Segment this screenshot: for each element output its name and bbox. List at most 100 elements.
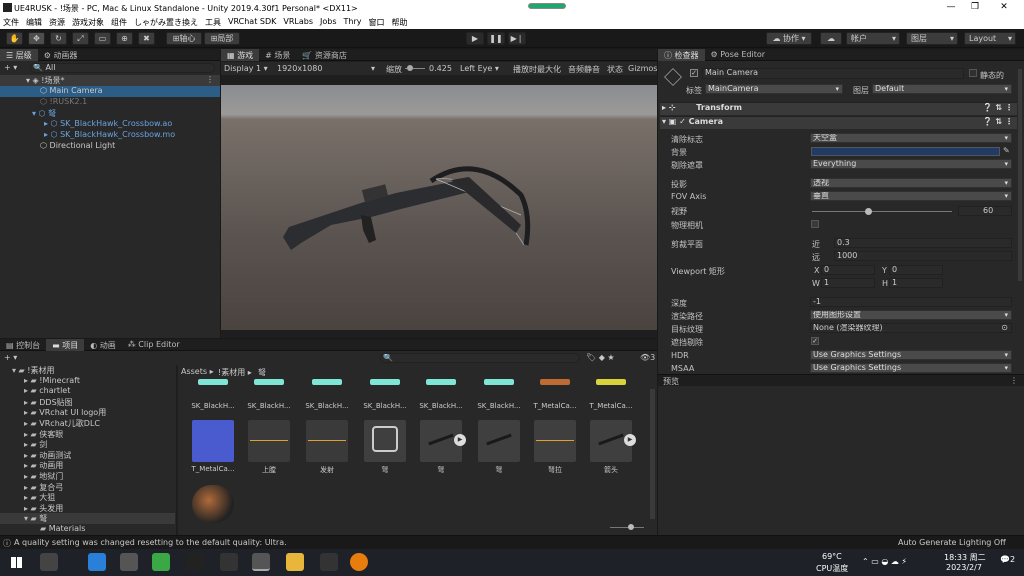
folder-item[interactable]: ▸ ▰ DDS贴图 [24,397,73,408]
hierarchy-item-crossbow[interactable]: ▾ ⬡ 弩 [0,108,56,119]
scene-row[interactable]: ▾ ◈ !场景* ⋮ [0,75,220,86]
tag-dropdown[interactable]: MainCamera [705,84,843,94]
file-explorer-icon[interactable] [286,553,304,571]
fov-axis-dropdown[interactable]: 垂直 [810,191,1012,201]
asset-thumbnail[interactable] [478,420,520,462]
viewport-y-field[interactable]: 0 [889,265,943,275]
projection-dropdown[interactable]: 透视 [810,178,1012,188]
asset-thumbnail[interactable] [248,379,290,387]
asset-thumbnail[interactable] [192,379,234,387]
hierarchy-item-rusk[interactable]: ⬡ !RUSK2.1 [0,97,87,108]
folder-item[interactable]: ▸ ▰ 剑 [24,439,47,450]
scale-slider-handle[interactable] [407,65,413,71]
asset-thumbnail[interactable] [192,420,234,462]
app-icon-3[interactable] [120,553,138,571]
transform-header[interactable]: ▸ ⊹ Transform ❔ ⇅ ⋮ [660,102,1017,115]
menu-item-11[interactable]: 窗口 [365,16,388,29]
resolution-arrow-icon[interactable]: ▾ [371,64,375,73]
tab-animator[interactable]: ⚙ 动画器 [38,49,84,61]
tab-clip-editor[interactable]: ⁂ Clip Editor [122,339,186,351]
folder-item[interactable]: ▰ Materials [40,524,85,533]
asset-thumbnail[interactable]: ▶ [590,420,636,462]
menu-item-3[interactable]: 游戏对象 [69,16,108,29]
app-icon-1[interactable] [40,553,58,571]
unreal-icon[interactable] [320,553,338,571]
play-icon[interactable]: ▶ [454,434,466,446]
object-name-field[interactable]: Main Camera [702,68,964,79]
stats-toggle[interactable]: 状态 [607,64,623,75]
layers-dropdown[interactable]: 图层 ▾ [906,32,958,45]
folder-item[interactable]: ▸ ▰ 动画测试 [24,450,71,461]
maximize-icon[interactable]: ❐ [968,2,982,14]
folder-item[interactable]: ▾ ▰ 弩 [0,513,175,525]
layer-dropdown[interactable]: Default [872,84,1012,94]
asset-thumbnail[interactable] [306,379,348,387]
menu-item-8[interactable]: VRLabs [280,16,317,29]
preview-bar[interactable]: 预览 ⋮ [658,374,1024,386]
menu-item-1[interactable]: 编辑 [23,16,46,29]
physical-camera-checkbox[interactable] [811,220,819,228]
menu-item-12[interactable]: 帮助 [388,16,411,29]
play-icon[interactable]: ▶ [466,32,484,45]
menu-item-10[interactable]: Thry [341,16,366,29]
project-scrollbar[interactable] [650,389,655,519]
windows-start-icon[interactable] [11,557,22,568]
folder-item[interactable]: ▸ ▰ VRchat儿歌DLC [24,418,100,429]
menu-item-0[interactable]: 文件 [0,16,23,29]
folder-item[interactable]: ▸ ▰ 复合弓 [24,482,63,493]
breadcrumb-material[interactable]: !素材用 ▸ [218,367,252,378]
asset-thumbnail[interactable] [590,379,632,387]
tab-pose-editor[interactable]: ⚙ Pose Editor [705,49,771,61]
folder-item[interactable]: ▸ ▰ 大狙 [24,492,55,503]
hierarchy-item-crossbow-ao[interactable]: ▸ ⬡ SK_BlackHawk_Crossbow.ao [0,119,172,130]
icon-size-handle[interactable] [628,524,634,530]
menu-item-4[interactable]: 组件 [108,16,131,29]
menu-item-7[interactable]: VRChat SDK [225,16,280,29]
app-icon-4[interactable] [152,553,170,571]
maximize-on-play-toggle[interactable]: 播放时最大化 [513,64,561,75]
resolution-dropdown[interactable]: 1920x1080 [277,64,322,73]
layout-dropdown[interactable]: Layout ▾ [964,32,1016,45]
rotate-tool-icon[interactable]: ↻ [50,32,67,45]
tab-asset-store[interactable]: 🛒 资源商店 [296,49,353,61]
tab-scene[interactable]: # 场景 [259,49,296,61]
clock-time[interactable]: 18:33 周二 [944,552,986,563]
fov-value[interactable]: 60 [958,206,1012,216]
folder-item[interactable]: ▸ ▰ 动画用 [24,460,63,471]
vr-app-icon[interactable] [186,553,204,571]
fov-slider[interactable] [812,211,952,212]
asset-thumbnail[interactable] [534,379,576,387]
background-color-swatch[interactable] [811,147,1000,156]
folder-item[interactable]: ▸ ▰ 头发用 [24,503,63,514]
mute-audio-toggle[interactable]: 音频静音 [568,64,600,75]
tab-animation[interactable]: ◐ 动画 [84,339,122,351]
tab-console[interactable]: ▤ 控制台 [0,339,46,351]
panel-splitter[interactable] [176,365,178,535]
asset-thumbnail[interactable] [420,379,462,387]
eyedropper-icon[interactable]: ✎ [1003,146,1010,155]
folder-item[interactable]: ▸ ▰ 地狱门 [24,471,63,482]
tab-project[interactable]: ▬ 项目 [46,339,85,351]
asset-thumbnail[interactable]: ▶ [420,420,466,462]
folder-item[interactable]: ▾ ▰ !素材用 [12,365,54,376]
minimize-icon[interactable]: — [944,2,958,14]
blender-icon[interactable] [350,553,368,571]
unity-editor-icon[interactable] [252,553,270,571]
local-button[interactable]: ⊞局部 [204,32,240,45]
status-message[interactable]: A quality setting was changed resetting … [14,538,287,547]
preview-menu-icon[interactable]: ⋮ [1010,376,1018,385]
depth-field[interactable]: -1 [810,297,1012,307]
menu-item-5[interactable]: しゃがみ置き換え [131,16,202,29]
active-checkbox[interactable]: ✓ [690,69,698,77]
menu-item-9[interactable]: Jobs [317,16,341,29]
viewport-h-field[interactable]: 1 [889,278,943,288]
hand-tool-icon[interactable]: ✋ [6,32,23,45]
hierarchy-item-light[interactable]: ⬡ Directional Light [0,141,115,152]
display-dropdown[interactable]: Display 1 ▾ [224,64,268,73]
add-icon[interactable]: + ▾ [4,63,17,72]
clock-date[interactable]: 2023/2/7 [946,563,982,572]
notification-icon[interactable]: 💬2 [1000,555,1015,564]
game-viewport[interactable] [221,85,657,330]
collab-button[interactable]: ☁ 协作 ▾ [766,32,812,45]
rect-tool-icon[interactable]: ▭ [94,32,111,45]
